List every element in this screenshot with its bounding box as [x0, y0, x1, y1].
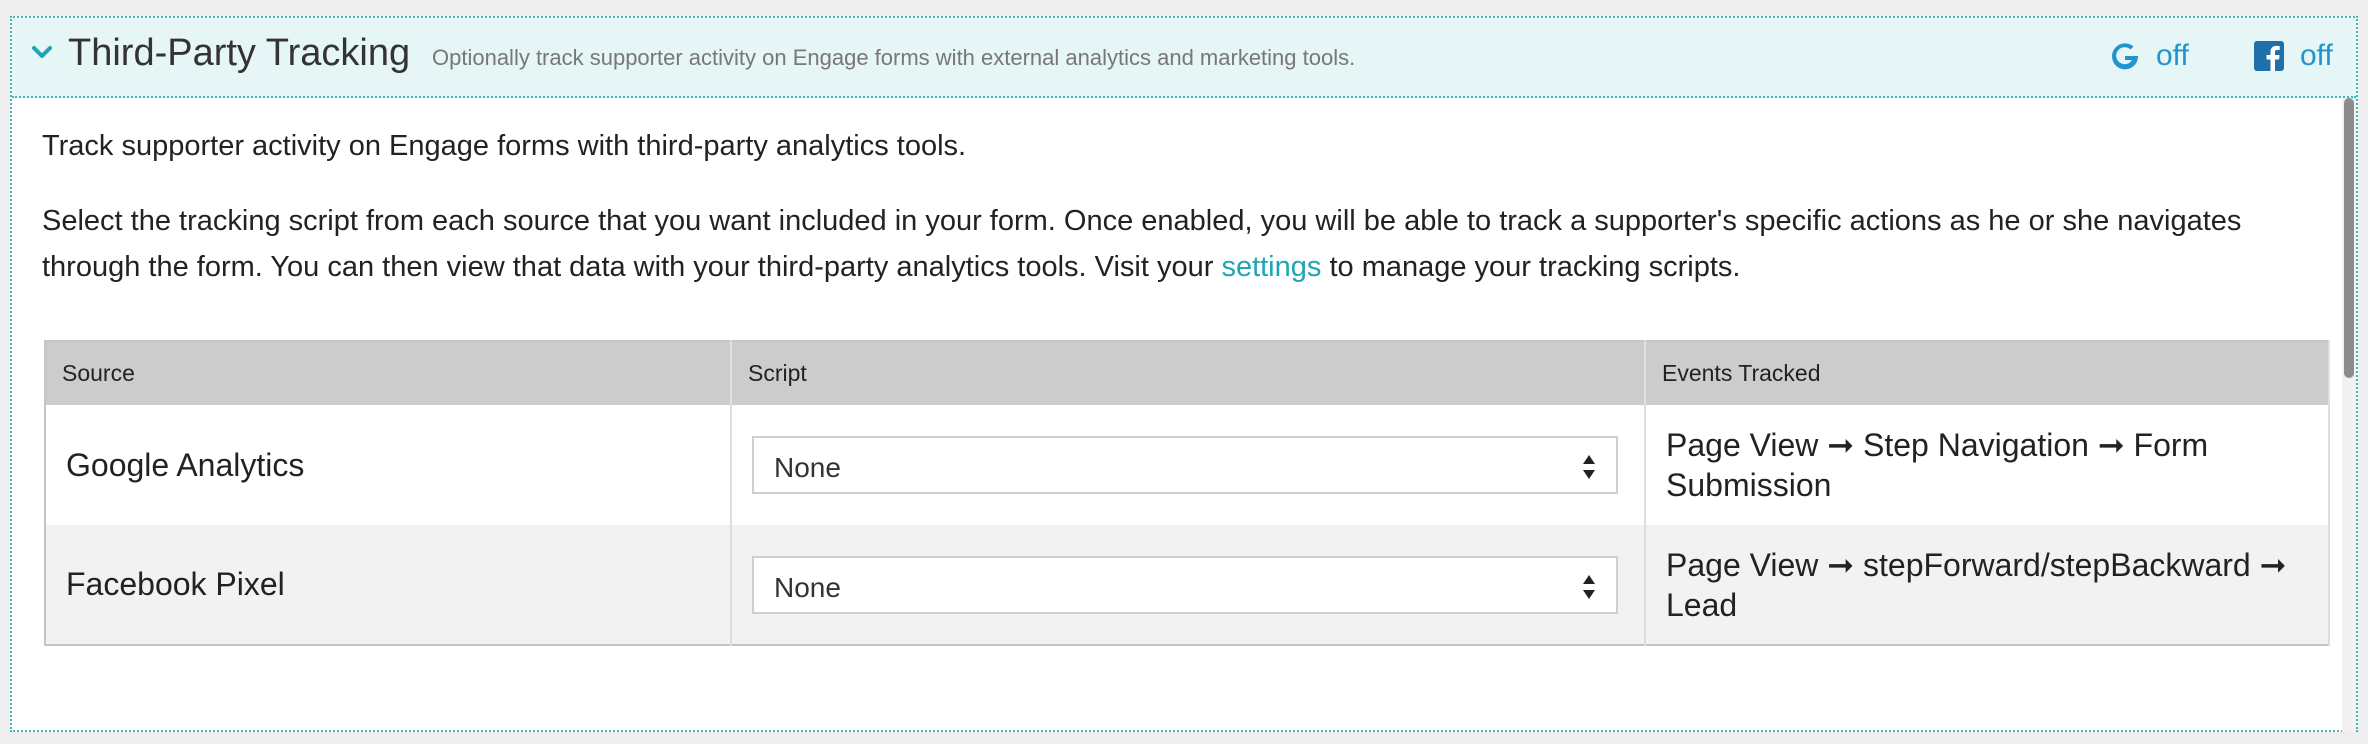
- google-status-label: off: [2156, 39, 2189, 72]
- table-row-facebook-pixel: Facebook Pixel None Page View ➞ stepForw…: [45, 525, 2330, 645]
- description-text: Select the tracking script from each sou…: [42, 198, 2302, 290]
- header-source: Source: [45, 341, 732, 405]
- cell-source: Google Analytics: [45, 405, 732, 525]
- intro-text: Track supporter activity on Engage forms…: [42, 130, 967, 162]
- panel-header[interactable]: Third-Party Tracking Optionally track su…: [12, 18, 2356, 98]
- cell-events: Page View ➞ Step Navigation ➞ Form Submi…: [1645, 405, 2330, 525]
- facebook-status-label: off: [2300, 39, 2333, 72]
- header-events-tracked: Events Tracked: [1645, 341, 2330, 405]
- events-tracked-text: Page View ➞ Step Navigation ➞ Form Submi…: [1666, 427, 2209, 503]
- scrollbar-thumb[interactable]: [2344, 98, 2354, 378]
- source-name: Facebook Pixel: [66, 566, 285, 602]
- cell-source: Facebook Pixel: [45, 525, 732, 645]
- sort-arrows-icon: [1583, 455, 1595, 479]
- tracking-table: Source Script Events Tracked Google Anal…: [44, 340, 2330, 646]
- google-script-select[interactable]: None: [752, 436, 1618, 494]
- sort-arrows-icon: [1583, 574, 1595, 599]
- events-tracked-text: Page View ➞ stepForward/stepBackward ➞ L…: [1666, 546, 2287, 623]
- select-value: None: [774, 571, 841, 603]
- settings-link[interactable]: settings: [1221, 251, 1321, 283]
- third-party-tracking-panel: Third-Party Tracking Optionally track su…: [10, 16, 2358, 732]
- google-icon: [2112, 43, 2139, 70]
- facebook-script-select[interactable]: None: [752, 555, 1618, 614]
- table-row-google-analytics: Google Analytics None Page View ➞ Step N…: [45, 405, 2330, 525]
- table-header-row: Source Script Events Tracked: [45, 341, 2330, 405]
- select-value: None: [774, 452, 841, 483]
- panel-subtitle: Optionally track supporter activity on E…: [432, 45, 1356, 70]
- source-name: Google Analytics: [66, 446, 305, 483]
- scrollbar[interactable]: [2342, 98, 2356, 732]
- google-status: off: [2108, 36, 2189, 76]
- panel-title: Third-Party Tracking: [68, 32, 411, 74]
- cell-script: None: [731, 405, 1646, 525]
- cell-events: Page View ➞ stepForward/stepBackward ➞ L…: [1645, 525, 2330, 645]
- header-script: Script: [731, 341, 1646, 405]
- facebook-status: off: [2252, 36, 2333, 76]
- facebook-icon: [2254, 41, 2284, 71]
- chevron-down-icon[interactable]: [30, 40, 54, 64]
- description-after-link: to manage your tracking scripts.: [1321, 251, 1741, 283]
- cell-script: None: [731, 525, 1646, 645]
- description-before-link: Select the tracking script from each sou…: [42, 205, 2242, 283]
